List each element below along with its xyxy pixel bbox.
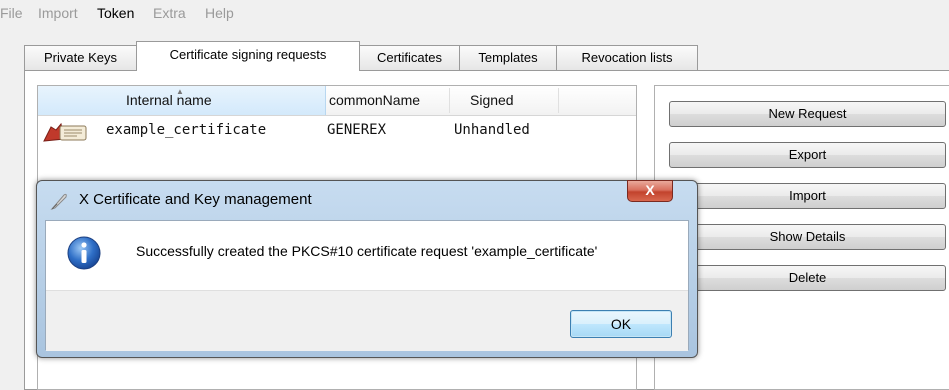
menu-token[interactable]: Token (97, 5, 134, 21)
menu-bar: File Import Token Extra Help (0, 0, 949, 26)
menu-file[interactable]: File (0, 5, 23, 21)
dialog-body: Successfully created the PKCS#10 certifi… (45, 220, 689, 351)
column-signed[interactable]: Signed (470, 92, 514, 108)
dialog-title: X Certificate and Key management (79, 191, 312, 208)
tab-private-keys[interactable]: Private Keys (24, 45, 137, 70)
tab-templates[interactable]: Templates (459, 45, 557, 70)
cell-signed: Unhandled (454, 122, 530, 138)
tab-revocation-lists[interactable]: Revocation lists (556, 45, 698, 70)
tab-certificate-signing-requests[interactable]: Certificate signing requests (136, 41, 360, 71)
menu-help[interactable]: Help (205, 5, 234, 21)
export-button[interactable]: Export (669, 142, 946, 168)
certificate-request-icon (43, 122, 87, 142)
message-dialog: X Certificate and Key management X Succe… (36, 180, 698, 358)
ok-button[interactable]: OK (570, 310, 672, 338)
tab-certificates[interactable]: Certificates (359, 45, 460, 70)
new-request-button[interactable]: New Request (669, 101, 946, 127)
show-details-button[interactable]: Show Details (669, 224, 946, 250)
table-header: ▲ Internal name commonName Signed (38, 86, 636, 116)
menu-import[interactable]: Import (38, 5, 78, 21)
column-divider[interactable] (449, 88, 450, 113)
column-internal-name[interactable]: Internal name (126, 92, 212, 108)
table-row[interactable]: example_certificate GENEREX Unhandled (38, 118, 636, 144)
cell-common-name: GENEREX (327, 122, 387, 138)
delete-button[interactable]: Delete (669, 265, 946, 291)
column-divider[interactable] (558, 88, 559, 113)
info-icon (67, 236, 101, 270)
cell-internal-name: example_certificate (106, 122, 267, 138)
menu-extra[interactable]: Extra (153, 5, 186, 21)
app-quill-icon (50, 193, 67, 211)
import-button[interactable]: Import (669, 183, 946, 209)
dialog-footer: OK (46, 290, 688, 351)
dialog-message: Successfully created the PKCS#10 certifi… (136, 243, 598, 259)
close-button[interactable]: X (627, 180, 673, 202)
column-common-name[interactable]: commonName (329, 92, 420, 108)
